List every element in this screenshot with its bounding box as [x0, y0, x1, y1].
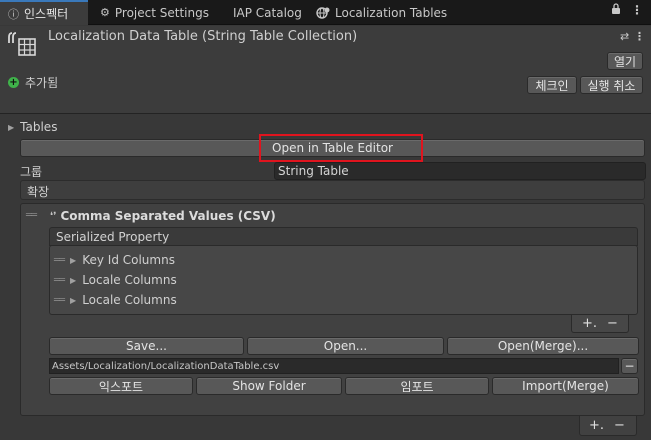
show-folder-button[interactable]: Show Folder — [196, 377, 342, 395]
tab-project-settings[interactable]: ⚙ Project Settings — [92, 0, 217, 25]
drag-handle-icon: ══ — [54, 294, 65, 306]
extensions-header — [20, 180, 645, 200]
open-merge-button[interactable]: Open(Merge)... — [447, 337, 639, 355]
item-label: Locale Columns — [82, 293, 177, 307]
csv-quote-icon: ❛❜ — [50, 210, 57, 222]
tab-localization-tables[interactable]: Localization Tables — [308, 0, 455, 25]
more-options-icon[interactable]: ⋮ — [631, 3, 643, 18]
list-item[interactable]: ══ ▶ Key Id Columns — [54, 253, 175, 267]
export-button[interactable]: 익스포트 — [49, 377, 193, 395]
save-button[interactable]: Save... — [49, 337, 244, 355]
extensions-list-footer — [579, 416, 637, 436]
tab-label: 인스펙터 — [24, 7, 69, 21]
import-button[interactable]: 임포트 — [345, 377, 489, 395]
remove-extension-button[interactable]: − — [614, 418, 625, 433]
tables-foldout[interactable]: ▶ Tables — [8, 120, 57, 134]
csv-title: Comma Separated Values (CSV) — [60, 209, 276, 223]
foldout-arrow-icon: ▶ — [70, 275, 77, 285]
remove-item-button[interactable]: − — [607, 316, 618, 331]
asset-title: Localization Data Table (String Table Co… — [48, 29, 358, 44]
foldout-arrow-icon: ▶ — [8, 122, 15, 132]
added-status: + 추가됨 — [8, 74, 58, 91]
added-plus-icon: + — [8, 76, 19, 88]
drag-handle-icon: ══ — [54, 274, 65, 286]
lock-icon[interactable] — [611, 3, 621, 18]
foldout-arrow-icon: ▶ — [70, 255, 77, 265]
clear-path-button[interactable]: − — [621, 358, 638, 374]
list-item[interactable]: ══ ▶ Locale Columns — [54, 273, 177, 287]
extensions-label: 확장 — [27, 185, 50, 199]
open-button[interactable]: 열기 — [607, 52, 643, 70]
tab-bar: ⓘ 인스펙터 ⚙ Project Settings IAP Catalog Lo… — [0, 0, 651, 25]
tab-iap-catalog[interactable]: IAP Catalog — [225, 0, 310, 25]
tables-label: Tables — [20, 120, 58, 134]
inner-list-footer — [571, 315, 629, 333]
import-merge-button[interactable]: Import(Merge) — [492, 377, 639, 395]
minus-icon: − — [624, 359, 635, 373]
add-extension-button[interactable]: +. — [589, 418, 604, 433]
list-item[interactable]: ══ ▶ Locale Columns — [54, 293, 177, 307]
string-table-icon — [8, 32, 36, 56]
group-label: 그룹 — [20, 165, 43, 179]
info-icon: ⓘ — [8, 7, 19, 21]
group-field[interactable]: String Table — [274, 162, 646, 180]
revert-button[interactable]: 실행 취소 — [580, 76, 643, 94]
tab-label: Localization Tables — [335, 5, 448, 20]
csv-extension-title: ❛❜ Comma Separated Values (CSV) — [50, 209, 276, 223]
tab-inspector[interactable]: ⓘ 인스펙터 — [0, 0, 88, 25]
item-label: Locale Columns — [82, 273, 177, 287]
foldout-arrow-icon: ▶ — [70, 295, 77, 305]
highlight-box — [259, 134, 423, 162]
context-menu-icon[interactable]: ⋮ — [634, 30, 645, 43]
drag-handle-icon[interactable]: ══ — [26, 210, 37, 221]
tab-label: Project Settings — [114, 5, 209, 20]
preset-icon[interactable]: ⇄ — [620, 30, 629, 43]
drag-handle-icon: ══ — [54, 254, 65, 266]
csv-path-field[interactable]: Assets/Localization/LocalizationDataTabl… — [49, 358, 619, 374]
serialized-property-header: Serialized Property — [49, 227, 638, 246]
checkin-button[interactable]: 체크인 — [527, 76, 577, 94]
item-label: Key Id Columns — [82, 253, 175, 267]
open-csv-button[interactable]: Open... — [247, 337, 444, 355]
add-item-button[interactable]: +. — [582, 316, 597, 331]
globe-pin-icon — [316, 6, 330, 19]
gear-icon: ⚙ — [100, 6, 110, 19]
added-label: 추가됨 — [25, 76, 59, 90]
tab-label: IAP Catalog — [233, 5, 302, 20]
